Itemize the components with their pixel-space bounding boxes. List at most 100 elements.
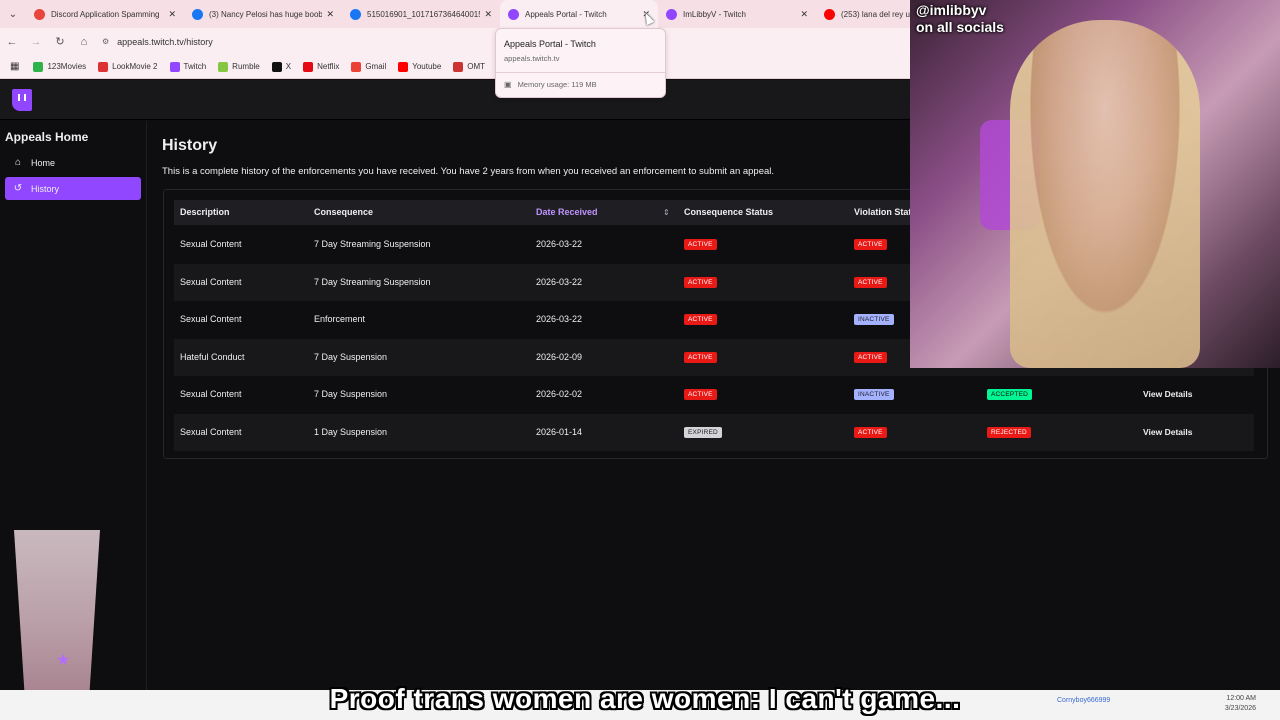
bookmark-favicon-icon bbox=[218, 61, 229, 72]
bookmark-label: Rumble bbox=[232, 62, 260, 71]
bookmark-label: Youtube bbox=[412, 62, 442, 71]
appeal-status-badge: ACCEPTED bbox=[987, 389, 1032, 400]
cell-description: Hateful Conduct bbox=[180, 351, 245, 362]
bookmark-item[interactable]: X bbox=[271, 61, 291, 72]
twitch-logo-icon[interactable] bbox=[12, 89, 32, 111]
bookmark-label: 123Movies bbox=[47, 62, 87, 71]
consequence-status-badge: ACTIVE bbox=[684, 389, 717, 400]
bookmark-favicon-icon bbox=[271, 61, 282, 72]
history-icon: ↺ bbox=[13, 183, 23, 194]
consequence-status-badge: ACTIVE bbox=[684, 314, 717, 325]
tab-close-icon[interactable]: ✕ bbox=[326, 9, 334, 20]
bookmark-label: Gmail bbox=[365, 62, 387, 71]
cell-consequence: 1 Day Suspension bbox=[314, 426, 388, 437]
sidebar-item-history[interactable]: ↺ History bbox=[5, 177, 141, 200]
forward-icon[interactable]: → bbox=[24, 36, 48, 48]
violation-status-badge: ACTIVE bbox=[854, 351, 887, 363]
bookmark-favicon-icon bbox=[303, 61, 314, 72]
home-browser-icon[interactable]: ⌂ bbox=[72, 36, 96, 48]
cell-description: Sexual Content bbox=[180, 426, 242, 437]
bookmark-item[interactable]: Rumble bbox=[218, 61, 260, 72]
hover-card-url: appeals.twitch.tv bbox=[504, 54, 560, 63]
bookmark-item[interactable]: OMT bbox=[453, 61, 486, 72]
sidebar-item-label: Home bbox=[31, 157, 56, 168]
memory-icon: ▣ bbox=[504, 80, 512, 89]
twitch-topbar bbox=[0, 80, 910, 120]
page-description: This is a complete history of the enforc… bbox=[162, 166, 775, 177]
bookmark-label: OMT bbox=[467, 62, 486, 71]
column-header-date-received[interactable]: Date Received bbox=[536, 200, 598, 225]
cell-date-received: 2026-02-09 bbox=[536, 351, 583, 362]
browser-tab[interactable]: 515016901_1017167364640015 ✕ bbox=[342, 0, 500, 28]
tab-close-icon[interactable]: ✕ bbox=[800, 9, 808, 20]
hover-card-divider bbox=[496, 72, 665, 73]
apps-grid-icon[interactable]: ▦ bbox=[10, 61, 19, 72]
table-row[interactable]: Sexual Content 1 Day Suspension 2026-01-14… bbox=[174, 413, 1254, 451]
tab-hover-card: Appeals Portal - Twitch appeals.twitch.t… bbox=[495, 28, 666, 98]
url-text: appeals.twitch.tv/history bbox=[117, 36, 213, 47]
hover-card-title: Appeals Portal - Twitch bbox=[504, 39, 596, 49]
consequence-status-badge: ACTIVE bbox=[684, 239, 717, 250]
sidebar-item-label: History bbox=[31, 183, 60, 194]
tab-label: Discord Application Spamming bbox=[51, 9, 160, 19]
tab-search-chevron-icon[interactable]: ⌄ bbox=[0, 0, 26, 28]
tab-close-icon[interactable]: ✕ bbox=[484, 9, 492, 20]
cell-description: Sexual Content bbox=[180, 389, 242, 399]
appeal-status-badge: REJECTED bbox=[987, 426, 1031, 438]
reload-icon[interactable]: ↻ bbox=[48, 35, 72, 48]
cell-date-received: 2026-03-22 bbox=[536, 276, 583, 287]
browser-tab[interactable]: Discord Application Spamming ✕ bbox=[26, 0, 184, 28]
tab-label: Appeals Portal - Twitch bbox=[525, 9, 607, 19]
bookmark-favicon-icon bbox=[33, 61, 44, 72]
tab-favicon-icon bbox=[192, 8, 203, 20]
streamer-image bbox=[1010, 20, 1200, 368]
bookmark-item[interactable]: Gmail bbox=[351, 61, 387, 72]
violation-status-badge: ACTIVE bbox=[854, 426, 887, 438]
column-header-consequence[interactable]: Consequence bbox=[314, 200, 373, 225]
cell-date-received: 2026-01-14 bbox=[536, 426, 583, 437]
column-header-description[interactable]: Description bbox=[180, 200, 230, 225]
page-title: History bbox=[162, 137, 218, 154]
address-bar[interactable]: ⚙ appeals.twitch.tv/history bbox=[102, 37, 213, 47]
view-details-button[interactable]: View Details bbox=[1143, 414, 1192, 451]
cell-consequence: 7 Day Streaming Suspension bbox=[314, 239, 431, 249]
sort-icon[interactable]: ⇕ bbox=[663, 200, 670, 225]
tab-favicon-icon bbox=[666, 8, 677, 20]
column-header-consequence-status[interactable]: Consequence Status bbox=[684, 200, 773, 225]
memory-text: Memory usage: 119 MB bbox=[517, 80, 597, 89]
browser-tab[interactable]: Appeals Portal - Twitch ✕ bbox=[500, 0, 658, 28]
site-info-icon[interactable]: ⚙ bbox=[102, 37, 109, 46]
home-icon: ⌂ bbox=[14, 157, 22, 168]
bookmark-item[interactable]: 123Movies bbox=[33, 61, 87, 72]
cell-consequence: Enforcement bbox=[314, 314, 366, 324]
cell-consequence: 7 Day Suspension bbox=[314, 351, 388, 362]
view-details-button[interactable]: View Details bbox=[1143, 376, 1192, 413]
tab-favicon-icon bbox=[824, 8, 835, 20]
bookmark-favicon-icon bbox=[169, 61, 180, 72]
table-row[interactable]: Sexual Content 7 Day Suspension 2026-02-02… bbox=[174, 376, 1254, 413]
tab-label: 515016901_1017167364640015 bbox=[367, 9, 481, 19]
star-icon: ★ bbox=[56, 652, 71, 669]
bookmark-item[interactable]: Youtube bbox=[398, 61, 442, 72]
back-icon[interactable]: ← bbox=[0, 36, 24, 48]
bookmark-label: Twitch bbox=[183, 62, 207, 71]
consequence-status-badge: ACTIVE bbox=[684, 276, 717, 288]
bookmark-favicon-icon bbox=[453, 61, 464, 72]
handle-line-1: @imlibbyv bbox=[916, 2, 987, 18]
tab-label: (3) Nancy Pelosi has huge boob bbox=[209, 9, 323, 19]
hover-card-memory: ▣ Memory usage: 119 MB bbox=[504, 80, 657, 89]
cell-date-received: 2026-03-22 bbox=[536, 314, 583, 324]
browser-tab[interactable]: (3) Nancy Pelosi has huge boob ✕ bbox=[184, 0, 342, 28]
screen: ⌄ Discord Application Spamming ✕ (3) Nancy… bbox=[0, 0, 1280, 720]
bookmark-item[interactable]: Netflix bbox=[303, 61, 339, 72]
consequence-status-badge: EXPIRED bbox=[684, 426, 722, 438]
bookmark-label: LookMovie 2 bbox=[112, 62, 158, 71]
streamer-handle: @imlibbyv on all socials bbox=[916, 2, 1004, 36]
sidebar-item-home[interactable]: ⌂ Home bbox=[5, 151, 141, 174]
violation-status-badge: INACTIVE bbox=[854, 314, 894, 325]
bookmark-favicon-icon bbox=[398, 61, 409, 72]
bookmark-item[interactable]: Twitch bbox=[169, 61, 207, 72]
browser-tab[interactable]: ImLibbyV - Twitch ✕ bbox=[658, 0, 816, 28]
bookmark-item[interactable]: LookMovie 2 bbox=[98, 61, 158, 72]
tab-close-icon[interactable]: ✕ bbox=[168, 9, 176, 20]
